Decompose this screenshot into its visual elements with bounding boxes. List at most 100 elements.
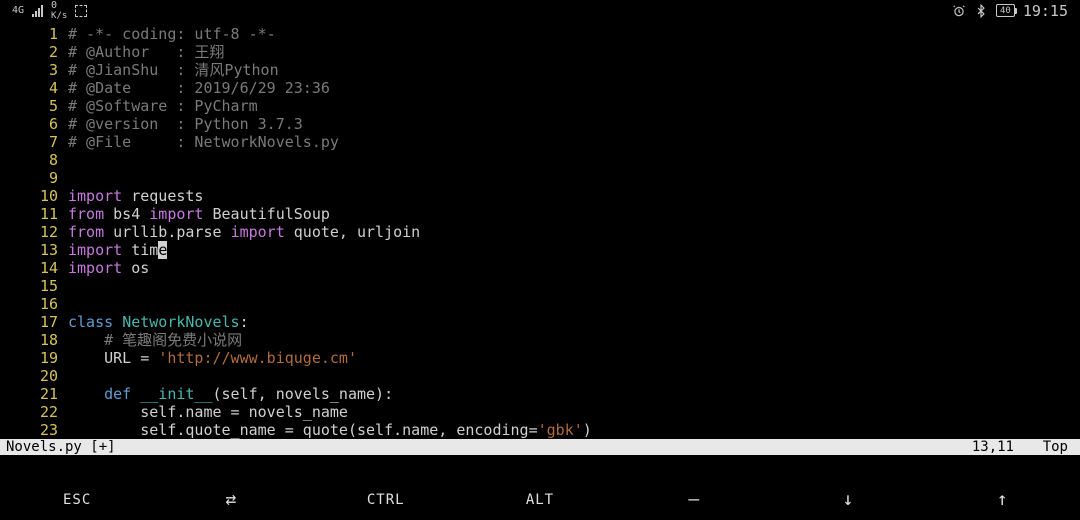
- line-number: 1: [0, 25, 68, 43]
- network-gen-label: 4G: [12, 6, 24, 16]
- network-gen-text: 4G: [12, 6, 24, 16]
- code-content[interactable]: [68, 367, 1080, 385]
- token: # -*- coding: utf-8 -*-: [68, 25, 276, 43]
- code-line[interactable]: 18 # 笔趣阁免费小说网: [0, 331, 1080, 349]
- code-content[interactable]: class NetworkNovels:: [68, 313, 1080, 331]
- token: [68, 331, 104, 349]
- code-line[interactable]: 6# @version : Python 3.7.3: [0, 115, 1080, 133]
- status-left-cluster: 4G 0 K/s: [12, 1, 87, 21]
- ctrl-key[interactable]: CTRL: [309, 492, 463, 508]
- code-line[interactable]: 12from urllib.parse import quote, urljoi…: [0, 223, 1080, 241]
- code-content[interactable]: import requests: [68, 187, 1080, 205]
- code-content[interactable]: # @File : NetworkNovels.py: [68, 133, 1080, 151]
- code-line[interactable]: 4# @Date : 2019/6/29 23:36: [0, 79, 1080, 97]
- network-speed: 0 K/s: [51, 1, 67, 21]
- code-line[interactable]: 19 URL = 'http://www.biquge.cm': [0, 349, 1080, 367]
- code-line[interactable]: 13import time: [0, 241, 1080, 259]
- code-content[interactable]: [68, 277, 1080, 295]
- line-number: 6: [0, 115, 68, 133]
- alt-key[interactable]: ALT: [463, 492, 617, 508]
- token: [113, 313, 122, 331]
- esc-key[interactable]: ESC: [0, 492, 154, 508]
- code-line[interactable]: 5# @Software : PyCharm: [0, 97, 1080, 115]
- swap-key[interactable]: ⇄: [154, 489, 308, 510]
- token: # @File : NetworkNovels.py: [68, 133, 339, 151]
- code-line[interactable]: 9: [0, 169, 1080, 187]
- token: os: [122, 259, 149, 277]
- token: import: [231, 223, 285, 241]
- code-content[interactable]: # @Author : 王翔: [68, 43, 1080, 61]
- vim-status-line: Novels.py [+] 13,11 Top: [0, 439, 1080, 455]
- line-number: 22: [0, 403, 68, 421]
- code-line[interactable]: 16: [0, 295, 1080, 313]
- token: urllib.parse: [104, 223, 230, 241]
- code-line[interactable]: 7# @File : NetworkNovels.py: [0, 133, 1080, 151]
- token: tim: [122, 241, 158, 259]
- token: __init__: [140, 385, 212, 403]
- code-content[interactable]: # @JianShu : 清风Python: [68, 61, 1080, 79]
- code-content[interactable]: self.name = novels_name: [68, 403, 1080, 421]
- token: BeautifulSoup: [203, 205, 329, 223]
- token: import: [68, 187, 122, 205]
- code-line[interactable]: 17class NetworkNovels:: [0, 313, 1080, 331]
- code-content[interactable]: # 笔趣阁免费小说网: [68, 331, 1080, 349]
- line-number: 20: [0, 367, 68, 385]
- line-number: 14: [0, 259, 68, 277]
- arrow-up-key[interactable]: ↑: [926, 489, 1080, 510]
- code-content[interactable]: # @Software : PyCharm: [68, 97, 1080, 115]
- token: NetworkNovels: [122, 313, 239, 331]
- token: import: [68, 241, 122, 259]
- token: quote, urljoin: [285, 223, 420, 241]
- minus-key[interactable]: —: [617, 489, 771, 510]
- code-content[interactable]: [68, 151, 1080, 169]
- token: # 笔趣阁免费小说网: [104, 331, 242, 349]
- code-content[interactable]: self.quote_name = quote(self.name, encod…: [68, 421, 1080, 439]
- code-line[interactable]: 10import requests: [0, 187, 1080, 205]
- code-line[interactable]: 2# @Author : 王翔: [0, 43, 1080, 61]
- line-number: 3: [0, 61, 68, 79]
- token: [131, 385, 140, 403]
- vim-filename: Novels.py [+]: [6, 439, 894, 455]
- arrow-down-key[interactable]: ↓: [771, 489, 925, 510]
- code-content[interactable]: [68, 295, 1080, 313]
- token: class: [68, 313, 113, 331]
- notification-icon: [75, 5, 87, 17]
- code-content[interactable]: import time: [68, 241, 1080, 259]
- code-content[interactable]: [68, 169, 1080, 187]
- token: # @Software : PyCharm: [68, 97, 258, 115]
- code-line[interactable]: 14import os: [0, 259, 1080, 277]
- line-number: 17: [0, 313, 68, 331]
- code-content[interactable]: from urllib.parse import quote, urljoin: [68, 223, 1080, 241]
- token: from: [68, 223, 104, 241]
- code-content[interactable]: import os: [68, 259, 1080, 277]
- speed-value: 0: [51, 1, 67, 11]
- token: # @Author : 王翔: [68, 43, 224, 61]
- line-number: 21: [0, 385, 68, 403]
- code-line[interactable]: 15: [0, 277, 1080, 295]
- code-line[interactable]: 1# -*- coding: utf-8 -*-: [0, 25, 1080, 43]
- code-line[interactable]: 21 def __init__(self, novels_name):: [0, 385, 1080, 403]
- code-content[interactable]: URL = 'http://www.biquge.cm': [68, 349, 1080, 367]
- line-number: 5: [0, 97, 68, 115]
- code-content[interactable]: from bs4 import BeautifulSoup: [68, 205, 1080, 223]
- code-line[interactable]: 8: [0, 151, 1080, 169]
- alarm-icon: [952, 4, 966, 18]
- code-editor[interactable]: 1# -*- coding: utf-8 -*-2# @Author : 王翔3…: [0, 21, 1080, 439]
- code-content[interactable]: # @Date : 2019/6/29 23:36: [68, 79, 1080, 97]
- screen: 4G 0 K/s 40 19:15 1# -*- coding: utf-8 -…: [0, 0, 1080, 520]
- code-content[interactable]: def __init__(self, novels_name):: [68, 385, 1080, 403]
- token: self.name = novels_name: [68, 403, 348, 421]
- line-number: 4: [0, 79, 68, 97]
- code-content[interactable]: # -*- coding: utf-8 -*-: [68, 25, 1080, 43]
- code-line[interactable]: 20: [0, 367, 1080, 385]
- code-line[interactable]: 22 self.name = novels_name: [0, 403, 1080, 421]
- line-number: 7: [0, 133, 68, 151]
- code-line[interactable]: 3# @JianShu : 清风Python: [0, 61, 1080, 79]
- token: import: [149, 205, 203, 223]
- code-line[interactable]: 11from bs4 import BeautifulSoup: [0, 205, 1080, 223]
- line-number: 10: [0, 187, 68, 205]
- token: ): [583, 421, 592, 439]
- token: 'gbk': [538, 421, 583, 439]
- code-content[interactable]: # @version : Python 3.7.3: [68, 115, 1080, 133]
- code-line[interactable]: 23 self.quote_name = quote(self.name, en…: [0, 421, 1080, 439]
